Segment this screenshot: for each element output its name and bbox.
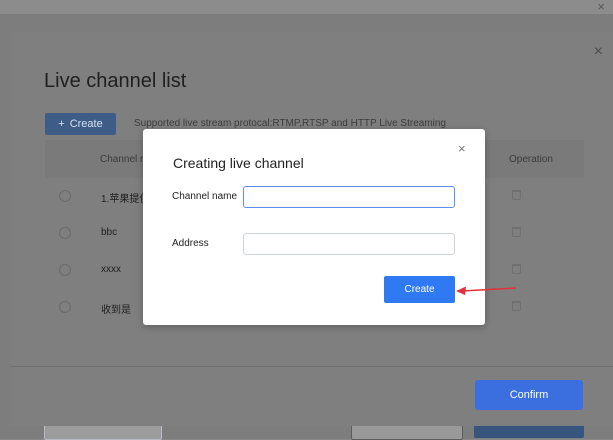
column-header-channel: Channel r xyxy=(100,154,144,165)
trash-icon[interactable] xyxy=(512,264,521,274)
row-radio[interactable] xyxy=(59,301,71,313)
dialog-close-icon[interactable]: × xyxy=(458,142,466,155)
create-channel-button[interactable]: + Create xyxy=(45,113,116,135)
protocol-note: Supported live stream protocal:RTMP,RTSP… xyxy=(134,118,446,129)
address-label: Address xyxy=(172,238,209,249)
trash-icon[interactable] xyxy=(512,227,521,237)
channel-name-cell: 收到是 xyxy=(101,305,131,316)
annotation-arrow-icon xyxy=(456,286,517,295)
channel-name-label: Channel name xyxy=(172,191,238,202)
trash-icon[interactable] xyxy=(512,190,521,200)
row-radio[interactable] xyxy=(59,264,71,276)
trash-icon[interactable] xyxy=(512,301,521,311)
plus-icon: + xyxy=(58,118,65,130)
confirm-button[interactable]: Confirm xyxy=(475,380,583,410)
channel-name-cell: xxxx xyxy=(101,264,121,275)
dialog-title: Creating live channel xyxy=(173,155,304,171)
channel-name-input[interactable] xyxy=(243,186,455,208)
address-input[interactable] xyxy=(243,233,455,255)
outer-close-icon[interactable]: × xyxy=(597,0,605,14)
modal-close-icon[interactable]: × xyxy=(594,44,603,60)
top-strip xyxy=(0,0,613,14)
channel-name-cell: bbc xyxy=(101,227,118,238)
modal-footer-divider xyxy=(10,366,613,367)
modal-title: Live channel list xyxy=(44,70,187,92)
row-radio[interactable] xyxy=(59,190,71,202)
column-header-operation: Operation xyxy=(509,154,553,165)
create-channel-label: Create xyxy=(69,118,103,130)
dialog-create-button[interactable]: Create xyxy=(384,276,455,303)
row-radio[interactable] xyxy=(59,227,71,239)
